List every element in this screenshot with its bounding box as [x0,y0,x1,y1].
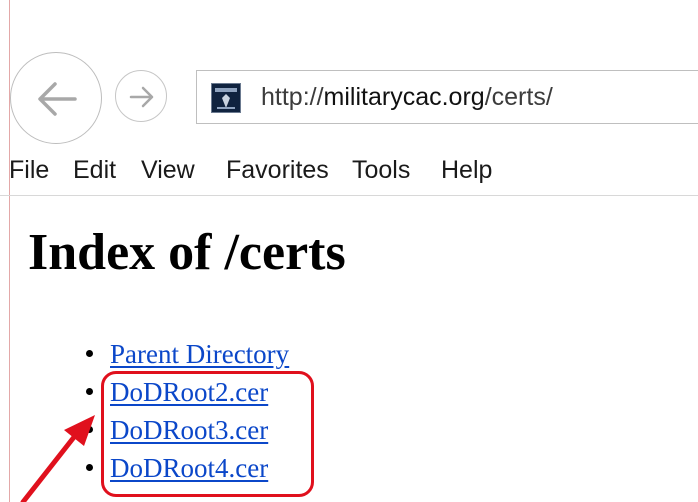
url-domain: militarycac.org [323,83,485,111]
forward-button[interactable] [115,70,167,122]
browser-navigation-bar: http://militarycac.org/certs/ [0,52,698,144]
menu-item-tools[interactable]: Tools [352,156,410,184]
military-seal-icon [211,83,241,113]
menu-item-view[interactable]: View [141,156,195,184]
bullet [86,464,93,471]
menu-item-favorites[interactable]: Favorites [226,156,329,184]
forward-arrow-icon [129,86,154,108]
url-protocol: http:// [261,83,324,111]
highlight-box [101,371,314,497]
back-arrow-icon [38,82,77,116]
menu-bar: File Edit View Favorites Tools Help [0,144,698,196]
bullet [86,388,93,395]
page-title: Index of /certs [28,224,346,281]
bullet [86,350,93,357]
menu-item-help[interactable]: Help [441,156,492,184]
url-text: http://militarycac.org/certs/ [261,82,553,112]
list-item: Parent Directory [80,335,289,373]
address-bar[interactable]: http://militarycac.org/certs/ [196,70,698,124]
back-button[interactable] [10,52,102,144]
menu-item-edit[interactable]: Edit [73,156,116,184]
menu-item-file[interactable]: File [9,156,49,184]
url-path: /certs/ [484,83,553,111]
bullet [86,426,93,433]
parent-directory-link[interactable]: Parent Directory [110,339,289,369]
